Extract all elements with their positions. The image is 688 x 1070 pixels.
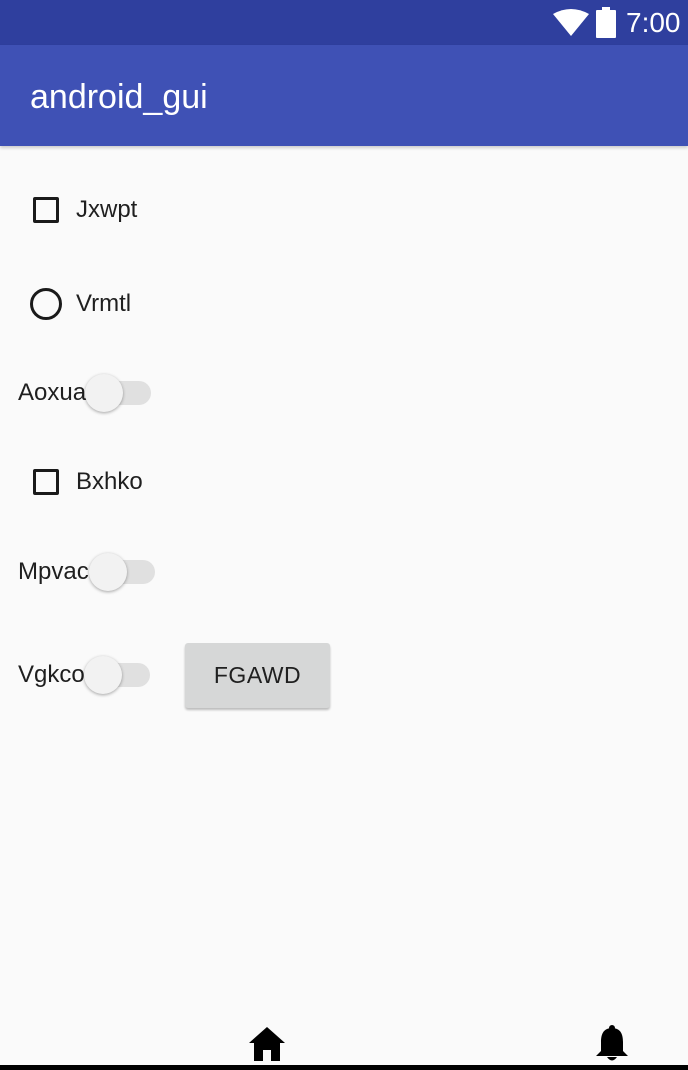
radio-vrmtl[interactable]: Vrmtl: [22, 280, 131, 328]
status-time: 7:00: [626, 7, 681, 38]
switch-mpvac[interactable]: Mpvac: [18, 548, 155, 596]
switch-toggle[interactable]: [88, 552, 155, 592]
checkbox-label: Bxhko: [76, 468, 143, 495]
app-screen: 7:00 android_gui Jxwpt Vrmtl Aoxua Bxhko: [0, 0, 688, 1070]
notification-bell-icon[interactable]: [595, 1024, 629, 1062]
switch-toggle[interactable]: [83, 655, 150, 695]
checkbox-bxhko[interactable]: Bxhko: [22, 458, 143, 506]
switch-label: Mpvac: [18, 558, 89, 585]
radio-circle[interactable]: [30, 288, 62, 320]
app-title: android_gui: [30, 78, 208, 116]
battery-icon: [596, 7, 616, 38]
home-icon[interactable]: [249, 1027, 285, 1061]
checkbox-box[interactable]: [33, 197, 59, 223]
app-bar: android_gui: [0, 45, 688, 146]
status-bar: 7:00: [0, 0, 688, 45]
switch-thumb[interactable]: [88, 553, 127, 591]
checkbox-box-container[interactable]: [22, 458, 70, 506]
switch-label: Vgkco: [18, 661, 85, 688]
radio-label: Vrmtl: [76, 290, 132, 317]
switch-label: Aoxua: [18, 379, 87, 406]
switch-aoxua[interactable]: Aoxua: [18, 369, 152, 417]
checkbox-jxwpt[interactable]: Jxwpt: [22, 186, 137, 234]
checkbox-box-container[interactable]: [22, 186, 70, 234]
radio-circle-container[interactable]: [22, 280, 70, 328]
checkbox-label: Jxwpt: [76, 196, 138, 223]
switch-thumb[interactable]: [83, 656, 122, 694]
switch-toggle[interactable]: [85, 373, 152, 413]
switch-vgkco[interactable]: Vgkco: [18, 651, 150, 699]
fgawd-button[interactable]: FGAWD: [185, 643, 330, 708]
switch-thumb[interactable]: [85, 374, 124, 412]
wifi-icon: [553, 9, 589, 36]
checkbox-box[interactable]: [33, 469, 59, 495]
bottom-edge: [0, 1065, 688, 1070]
